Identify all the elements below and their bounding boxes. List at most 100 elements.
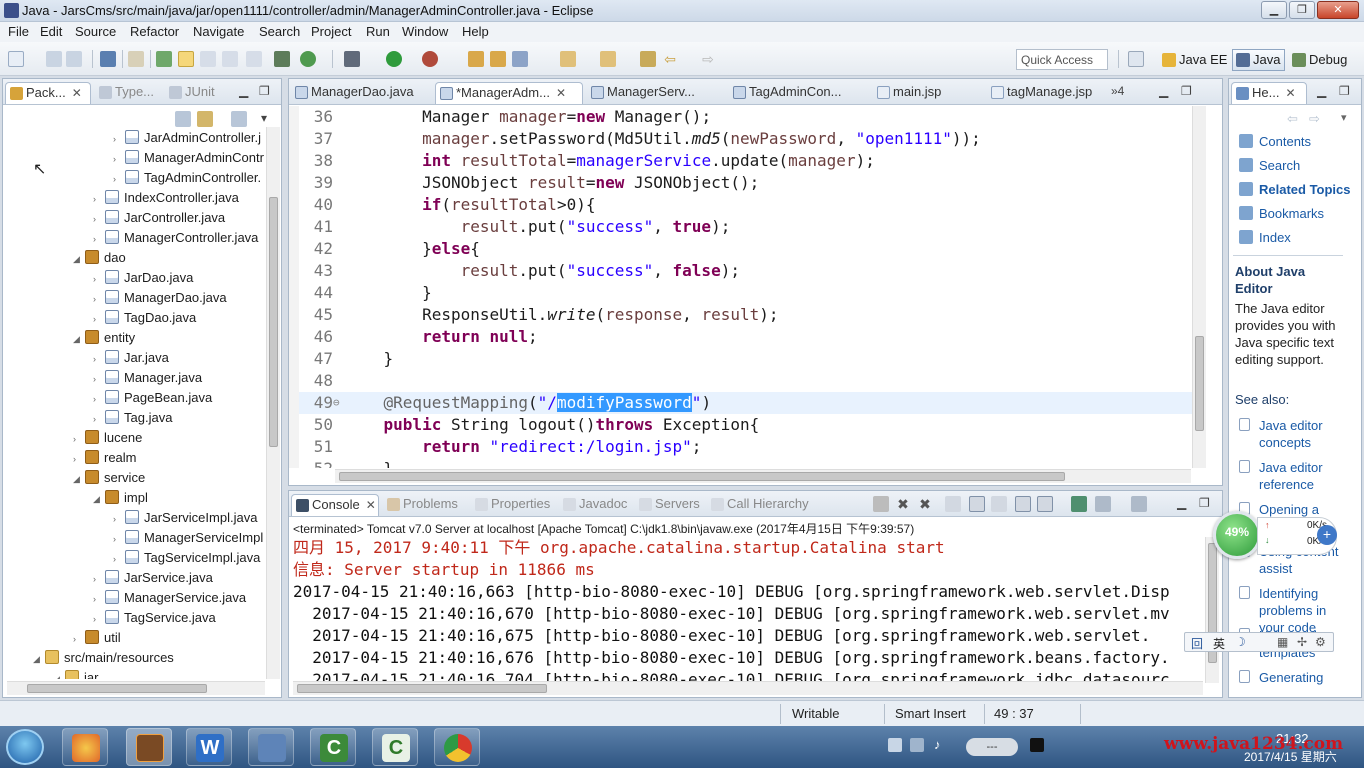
expand-arrow-icon[interactable]: › [113, 529, 125, 549]
perspective-debug[interactable]: Debug [1288, 49, 1352, 71]
expand-arrow-icon[interactable]: › [93, 229, 105, 249]
tree-item[interactable]: › JarService.java [93, 568, 213, 588]
code-line[interactable]: 38 int resultTotal=managerService.update… [299, 150, 1194, 172]
link-with-editor-icon[interactable] [197, 111, 213, 127]
task-camtasia-recorder[interactable]: C [372, 728, 418, 766]
console-icon[interactable] [100, 51, 116, 67]
debug-icon[interactable] [156, 51, 172, 67]
open-console-icon[interactable] [1131, 496, 1147, 512]
menu-help[interactable]: Help [462, 24, 489, 39]
menu-navigate[interactable]: Navigate [193, 24, 244, 39]
code-line[interactable]: 52 } [299, 458, 1194, 468]
run-icon[interactable] [386, 51, 402, 67]
ime-toolbar[interactable]: 回 英 ☽ ▦ ✢ ⚙ [1184, 632, 1334, 652]
expand-arrow-icon[interactable]: › [93, 609, 105, 629]
plus-icon[interactable]: + [1317, 525, 1337, 545]
tab-properties[interactable]: Properties [471, 494, 559, 516]
explorer-vertical-scrollbar[interactable] [266, 127, 280, 679]
task-chrome[interactable] [434, 728, 480, 766]
new-package-icon[interactable] [490, 51, 506, 67]
show-on-stdout-icon[interactable] [1015, 496, 1031, 512]
close-icon[interactable]: ✕ [1285, 86, 1295, 100]
explorer-horizontal-scrollbar[interactable] [7, 681, 265, 695]
tray-volume-icon[interactable]: ♪ [934, 737, 941, 752]
code-line[interactable]: 41 result.put("success", true); [299, 216, 1194, 238]
task-camtasia[interactable]: C [310, 728, 356, 766]
expand-arrow-icon[interactable]: › [93, 289, 105, 309]
tree-item[interactable]: › JarController.java [93, 208, 225, 228]
menu-search[interactable]: Search [259, 24, 300, 39]
tab-main-jsp[interactable]: main.jsp [873, 82, 973, 104]
tray-network-icon[interactable] [910, 738, 924, 752]
code-line[interactable]: 39 JSONObject result=new JSONObject(); [299, 172, 1194, 194]
tree-item[interactable]: ◢ service [73, 468, 145, 488]
help-link-search[interactable]: Search [1239, 158, 1300, 173]
back-arrow-icon[interactable]: ⇦ [662, 51, 678, 67]
tree-item[interactable]: › ManagerAdminContr [113, 148, 264, 168]
clear-console-icon[interactable] [945, 496, 961, 512]
code-line[interactable]: 36 Manager manager=new Manager(); [299, 106, 1194, 128]
tree-item[interactable]: › TagServiceImpl.java [113, 548, 260, 568]
tab-problems[interactable]: Problems [383, 494, 469, 516]
show-pilcrow-icon[interactable] [246, 51, 262, 67]
tree-item[interactable]: › PageBean.java [93, 388, 212, 408]
expand-arrow-icon[interactable]: › [113, 169, 125, 189]
ime-moon-icon[interactable]: ☽ [1235, 635, 1246, 649]
minimize-help-button[interactable]: ▁ [1317, 84, 1326, 98]
collapse-arrow-icon[interactable]: ◢ [33, 649, 45, 669]
collapse-arrow-icon[interactable]: ◢ [73, 469, 85, 489]
tray-input-icon[interactable] [888, 738, 902, 752]
tree-item[interactable]: › TagDao.java [93, 308, 196, 328]
console-output[interactable]: 四月 15, 2017 9:40:11 下午 org.apache.catali… [289, 537, 1199, 683]
remove-all-icon[interactable]: ✖ [917, 496, 933, 512]
collapse-arrow-icon[interactable]: ◢ [53, 669, 65, 679]
close-tab-icon[interactable]: ✕ [556, 86, 566, 100]
save-all-icon[interactable] [66, 51, 82, 67]
console-horizontal-scrollbar[interactable] [293, 681, 1203, 695]
tab-call-hierarchy[interactable]: Call Hierarchy [707, 494, 815, 516]
expand-arrow-icon[interactable]: › [93, 269, 105, 289]
help-link-related-topics[interactable]: Related Topics [1239, 182, 1351, 197]
menu-run[interactable]: Run [366, 24, 390, 39]
tray-app-icon[interactable] [1030, 738, 1044, 752]
code-line[interactable]: 43 result.put("success", false); [299, 260, 1194, 282]
code-line[interactable]: 40 if(resultTotal>0){ [299, 194, 1194, 216]
save-icon[interactable] [46, 51, 62, 67]
tab-overflow-button[interactable]: »4 [1111, 84, 1124, 98]
show-whitespace-icon[interactable] [222, 51, 238, 67]
tree-item[interactable]: › Manager.java [93, 368, 202, 388]
code-line[interactable]: 47 } [299, 348, 1194, 370]
show-on-stderr-icon[interactable] [1037, 496, 1053, 512]
tree-item[interactable]: › util [73, 628, 121, 648]
tree-item[interactable]: › ManagerDao.java [93, 288, 227, 308]
maximize-help-button[interactable]: ❐ [1339, 84, 1350, 98]
tree-item[interactable]: › TagService.java [93, 608, 216, 628]
help-link-bookmarks[interactable]: Bookmarks [1239, 206, 1324, 221]
tab-junit[interactable]: JUnit [165, 82, 235, 104]
expand-arrow-icon[interactable]: › [93, 569, 105, 589]
help-see-also-link[interactable]: Java editor concepts [1239, 417, 1349, 451]
ime-keyboard-icon[interactable]: ▦ [1277, 635, 1288, 649]
start-button[interactable] [6, 729, 44, 765]
tree-item[interactable]: ◢ dao [73, 248, 126, 268]
tab-managerservice[interactable]: ManagerServ... [587, 82, 727, 104]
tree-item[interactable]: › IndexController.java [93, 188, 239, 208]
tab-managerdao[interactable]: ManagerDao.java [291, 82, 431, 104]
expand-arrow-icon[interactable]: › [73, 429, 85, 449]
new-java-project-icon[interactable] [468, 51, 484, 67]
minimize-view-button[interactable]: ▁ [239, 84, 248, 98]
network-monitor-widget[interactable]: 49% ↑ ↓ 0K/s 0K/s + [1213, 511, 1340, 563]
expand-arrow-icon[interactable]: › [113, 129, 125, 149]
tree-item[interactable]: ◢ impl [93, 488, 148, 508]
tree-item[interactable]: › Jar.java [93, 348, 169, 368]
tree-item[interactable]: › ManagerServiceImpl [113, 528, 263, 548]
expand-arrow-icon[interactable]: › [93, 309, 105, 329]
task-java-ee-eclipse[interactable] [126, 728, 172, 766]
tab-servers[interactable]: Servers [635, 494, 705, 516]
expand-arrow-icon[interactable]: › [113, 149, 125, 169]
close-icon[interactable]: ✕ [366, 498, 376, 512]
maximize-console-button[interactable]: ❐ [1199, 496, 1210, 510]
help-see-also-link[interactable]: Generating [1239, 669, 1349, 686]
tab-type-hierarchy[interactable]: Type... [95, 82, 165, 104]
code-line[interactable]: 48 [299, 370, 1194, 392]
